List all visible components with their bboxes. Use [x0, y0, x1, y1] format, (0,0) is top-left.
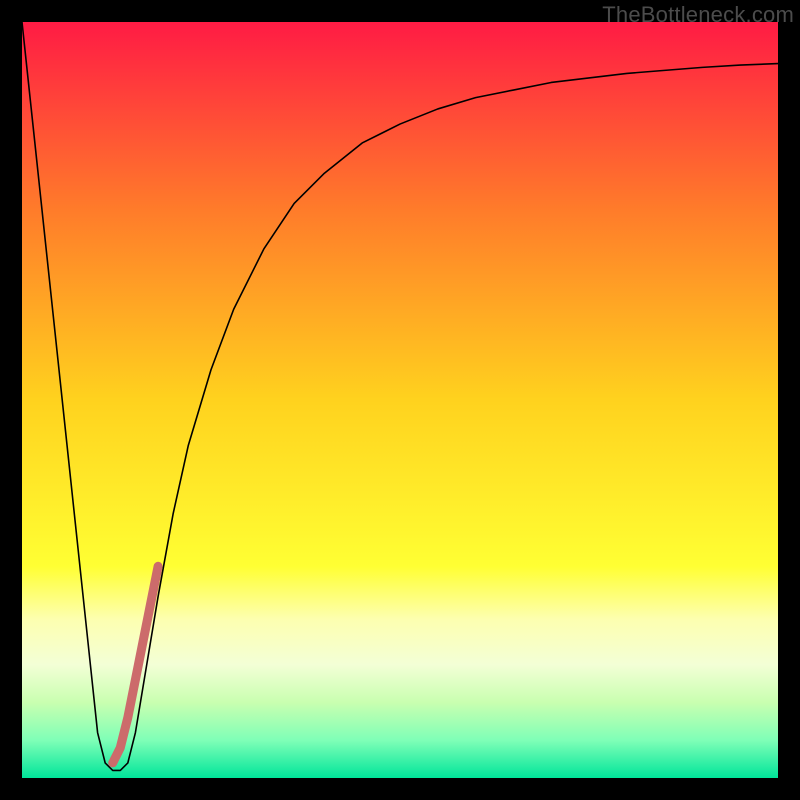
chart-frame: TheBottleneck.com — [0, 0, 800, 800]
plot-area — [22, 22, 778, 778]
chart-svg — [22, 22, 778, 778]
